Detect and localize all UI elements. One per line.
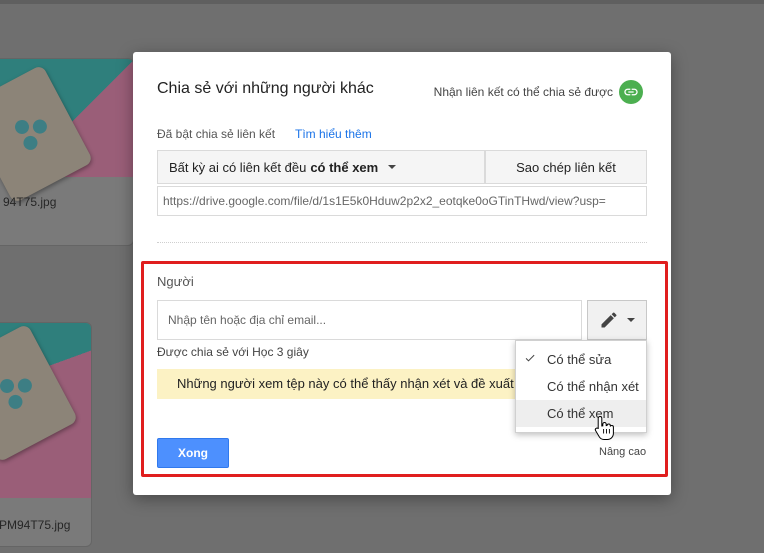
pencil-icon <box>601 312 617 328</box>
menu-item-label: Có thể sửa <box>547 352 612 367</box>
permission-menu: Có thể sửa Có thể nhận xét Có thể xem <box>515 340 647 433</box>
hand-cursor-icon <box>594 415 614 440</box>
menu-item-can-edit[interactable]: Có thể sửa <box>516 346 646 373</box>
caret-down-icon <box>627 318 635 322</box>
drive-topbar <box>0 0 764 4</box>
learn-more-link[interactable]: Tìm hiểu thêm <box>295 127 372 141</box>
people-placeholder: Nhập tên hoặc địa chỉ email... <box>168 313 327 327</box>
shared-with-text: Được chia sẻ với Học 3 giây <box>157 345 309 359</box>
file-name: PM94T75.jpg <box>0 518 71 532</box>
notebook-image <box>0 64 94 204</box>
access-prefix: Bất kỳ ai có liên kết đều <box>169 159 307 175</box>
link-sharing-status: Đã bật chia sẻ liên kết <box>157 127 276 141</box>
caret-down-icon <box>388 165 397 169</box>
people-label: Người <box>157 274 194 289</box>
access-level: có thể xem <box>310 159 379 175</box>
notebook-image <box>0 323 79 463</box>
file-thumbnail <box>0 59 133 204</box>
check-icon <box>525 354 535 362</box>
people-email-input[interactable]: Nhập tên hoặc địa chỉ email... <box>157 300 582 340</box>
file-name: 94T75.jpg <box>3 195 57 209</box>
menu-item-can-comment[interactable]: Có thể nhận xét <box>516 373 646 400</box>
section-divider <box>157 242 647 243</box>
permission-button[interactable] <box>587 300 647 340</box>
get-shareable-link[interactable]: Nhận liên kết có thể chia sẻ được <box>434 80 643 104</box>
advanced-link[interactable]: Nâng cao <box>599 446 646 458</box>
dialog-title: Chia sẻ với những người khác <box>157 80 374 97</box>
copy-link-button[interactable]: Sao chép liên kết <box>485 150 647 184</box>
link-access-dropdown[interactable]: Bất kỳ ai có liên kết đều có thể xem <box>157 150 485 184</box>
share-url-field[interactable]: https://drive.google.com/file/d/1s1E5k0H… <box>157 186 647 216</box>
done-button[interactable]: Xong <box>157 438 229 468</box>
file-card[interactable]: PM94T75.jpg <box>0 322 92 547</box>
file-thumbnail <box>0 323 91 498</box>
menu-item-can-view[interactable]: Có thể xem <box>516 400 646 427</box>
file-card[interactable]: 94T75.jpg <box>0 58 134 246</box>
menu-item-label: Có thể nhận xét <box>547 379 639 394</box>
link-icon[interactable] <box>619 80 643 104</box>
get-link-label: Nhận liên kết có thể chia sẻ được <box>433 85 613 99</box>
